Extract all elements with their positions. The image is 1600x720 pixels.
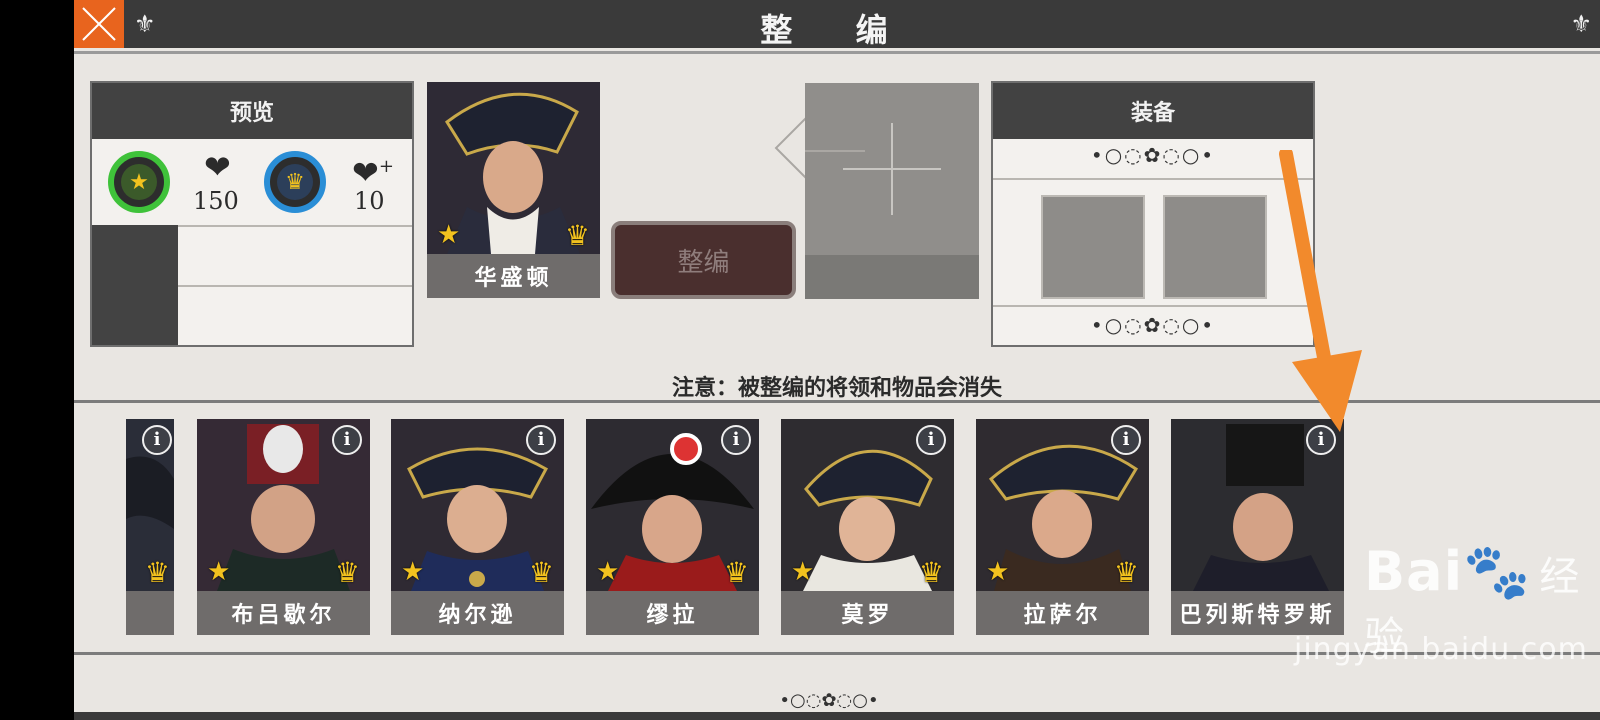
equipment-slot-1[interactable] <box>1041 195 1145 299</box>
general-name: 华盛顿 <box>427 254 600 298</box>
star-icon: ★ <box>986 557 1010 587</box>
merge-screen: ⚜ 整 编 ⚜ 预览 ★ ❤ 150 ♛ ❤+ 10 ★ ♛ 华盛顿 整编 装备… <box>74 0 1600 720</box>
crown-icon: ♛ <box>528 556 554 589</box>
crown-icon: ♛ <box>277 164 313 200</box>
general-card[interactable]: i ★ ♛ 布吕歇尔 <box>197 419 370 635</box>
health-bonus-value: 10 <box>354 187 385 215</box>
general-name: 纳尔逊 <box>391 591 564 635</box>
crown-icon: ♛ <box>1113 556 1139 589</box>
preview-panel: 预览 ★ ❤ 150 ♛ ❤+ 10 <box>90 81 414 347</box>
rank-badge-star: ★ <box>108 151 170 213</box>
info-icon[interactable]: i <box>332 425 362 455</box>
rank-badge-crown: ♛ <box>264 151 326 213</box>
info-icon[interactable]: i <box>142 425 172 455</box>
general-card[interactable]: i ★ ♛ 拉萨尔 <box>976 419 1149 635</box>
bottom-bar <box>74 712 1600 720</box>
plus-icon <box>805 123 941 215</box>
star-icon: ★ <box>596 557 620 587</box>
crown-icon: ♛ <box>564 219 590 252</box>
watermark-logo: Bai <box>1364 540 1464 603</box>
star-icon: ★ <box>207 557 231 587</box>
general-name: 拉萨尔 <box>976 591 1149 635</box>
info-icon[interactable]: i <box>526 425 556 455</box>
paw-icon: 🐾 <box>1463 540 1532 603</box>
notice-text: 注意：被整编的将领和物品会消失 <box>671 375 1002 401</box>
crown-icon: ♛ <box>723 556 749 589</box>
fleur-de-lis-icon: ⚜ <box>1570 10 1592 38</box>
star-icon: ★ <box>401 557 425 587</box>
preview-slot-row <box>92 285 412 345</box>
info-icon[interactable]: i <box>1111 425 1141 455</box>
general-name: 缪拉 <box>586 591 759 635</box>
preview-stats: ★ ❤ 150 ♛ ❤+ 10 <box>92 139 412 227</box>
equipment-slot-2[interactable] <box>1163 195 1267 299</box>
preview-slot-row <box>92 225 412 287</box>
info-icon[interactable]: i <box>721 425 751 455</box>
annotation-arrow-icon <box>1279 150 1362 432</box>
top-bar: ⚜ 整 编 ⚜ <box>74 0 1600 54</box>
general-card[interactable]: i ★ ♛ 缪拉 <box>586 419 759 635</box>
info-icon[interactable]: i <box>916 425 946 455</box>
target-general-slot[interactable] <box>805 83 979 299</box>
preview-title: 预览 <box>92 83 412 139</box>
watermark: Bai🐾 经验 jingyan.baidu.com <box>1294 540 1600 667</box>
star-icon: ★ <box>121 164 157 200</box>
star-icon: ★ <box>437 220 461 250</box>
ornament-icon: •○◌✿◌○• <box>779 690 879 711</box>
selected-general-card[interactable]: ★ ♛ 华盛顿 <box>427 82 600 298</box>
watermark-url: jingyan.baidu.com <box>1294 632 1588 667</box>
general-card-partial[interactable]: i ♛ <box>126 419 174 635</box>
general-name: 巴列斯特罗斯 <box>1171 591 1344 635</box>
general-card[interactable]: i ★ ♛ 纳尔逊 <box>391 419 564 635</box>
health-value: 150 <box>193 187 239 215</box>
equipment-title: 装备 <box>993 83 1313 139</box>
slot-icon-placeholder <box>92 225 178 285</box>
general-name: 莫罗 <box>781 591 954 635</box>
crown-icon: ♛ <box>334 556 360 589</box>
heart-plus-icon: ❤+ <box>352 153 394 192</box>
general-card[interactable]: i 巴列斯特罗斯 <box>1171 419 1344 635</box>
slot-nameplate <box>805 255 979 299</box>
star-icon: ★ <box>791 557 815 587</box>
crown-icon: ♛ <box>918 556 944 589</box>
general-card[interactable]: i ★ ♛ 莫罗 <box>781 419 954 635</box>
slot-icon-placeholder <box>92 285 178 345</box>
page-title: 整 编 <box>760 11 914 49</box>
general-name: 布吕歇尔 <box>197 591 370 635</box>
general-name <box>126 591 174 635</box>
list-top-divider <box>74 400 1600 403</box>
heart-icon: ❤ <box>204 148 231 186</box>
merge-button[interactable]: 整编 <box>611 221 796 299</box>
crown-icon: ♛ <box>144 556 170 589</box>
